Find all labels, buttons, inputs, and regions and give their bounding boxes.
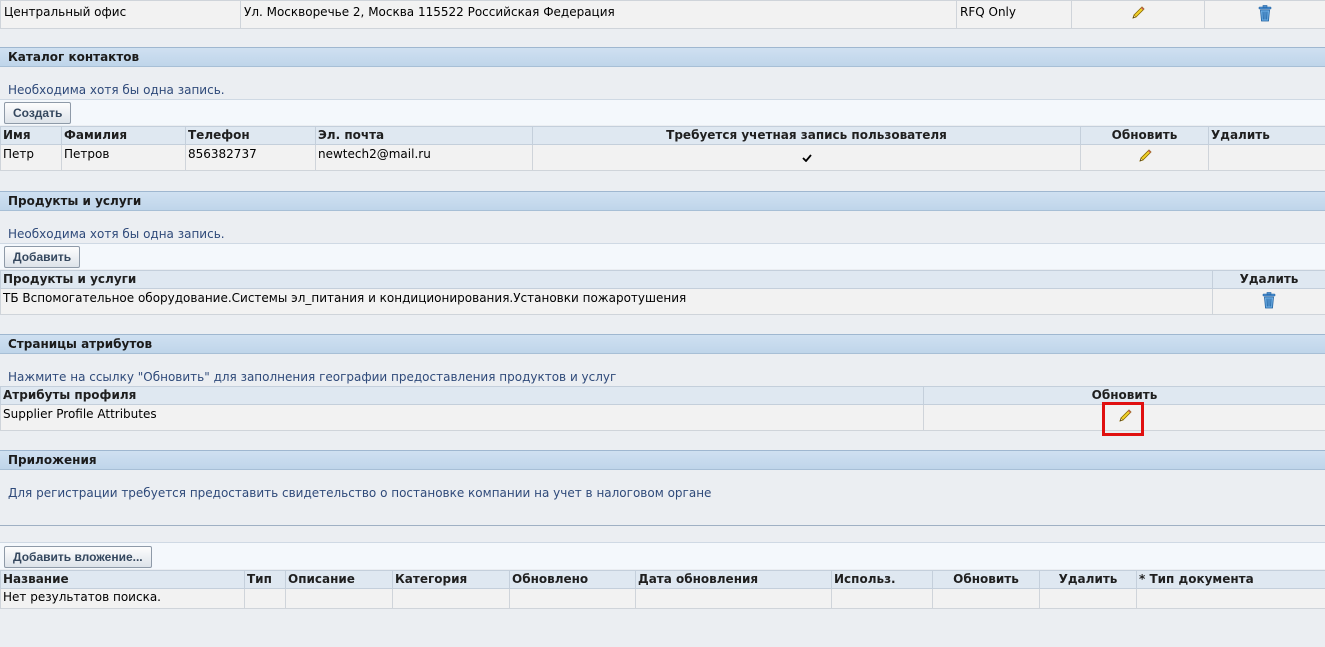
table-row: Петр Петров 856382737 newtech2@mail.ru bbox=[0, 144, 1325, 171]
column-header: Дата обновления bbox=[635, 570, 832, 589]
table-row: Центральный офис Ул. Москворечье 2, Моск… bbox=[0, 0, 1325, 29]
address-site: Центральный офис bbox=[0, 0, 241, 29]
contact-last-name: Петров bbox=[61, 144, 186, 171]
create-contact-button[interactable]: Создать bbox=[4, 102, 72, 124]
checkmark-icon bbox=[801, 154, 812, 162]
add-product-button[interactable]: Добавить bbox=[4, 246, 81, 268]
column-header: Имя bbox=[0, 126, 62, 145]
address-text: Ул. Москворечье 2, Москва 115522 Российс… bbox=[240, 0, 957, 29]
empty-results-text: Нет результатов поиска. bbox=[0, 588, 245, 609]
table-header-row: Продукты и услуги Удалить bbox=[0, 270, 1325, 289]
pencil-icon[interactable] bbox=[1130, 5, 1146, 21]
attachments-hint: Для регистрации требуется предоставить с… bbox=[8, 486, 712, 500]
contacts-hint: Необходима хотя бы одна запись. bbox=[8, 83, 225, 97]
column-header: Фамилия bbox=[61, 126, 186, 145]
column-header: Удалить bbox=[1208, 126, 1325, 145]
column-header: Использ. bbox=[831, 570, 933, 589]
contacts-button-bar: Создать bbox=[0, 99, 1325, 125]
column-header: Обновить bbox=[932, 570, 1040, 589]
attachments-button-bar: Добавить вложение... bbox=[0, 542, 1325, 569]
trash-icon[interactable] bbox=[1257, 5, 1273, 22]
column-header: Удалить bbox=[1039, 570, 1137, 589]
attachments-section-header: Приложения bbox=[0, 450, 1325, 470]
column-header: Эл. почта bbox=[315, 126, 533, 145]
column-header: * Тип документа bbox=[1136, 570, 1325, 589]
column-header: Требуется учетная запись пользователя bbox=[532, 126, 1081, 145]
attributes-section-header: Страницы атрибутов bbox=[0, 334, 1325, 354]
contact-email: newtech2@mail.ru bbox=[315, 144, 533, 171]
products-section-header: Продукты и услуги bbox=[0, 191, 1325, 211]
attributes-hint: Нажмите на ссылку "Обновить" для заполне… bbox=[8, 370, 617, 384]
column-header: Атрибуты профиля bbox=[0, 386, 924, 405]
product-name: ТБ Вспомогательное оборудование.Системы … bbox=[0, 288, 1213, 315]
pencil-icon[interactable] bbox=[1137, 148, 1153, 164]
table-header-row: Имя Фамилия Телефон Эл. почта Требуется … bbox=[0, 126, 1325, 145]
table-row: ТБ Вспомогательное оборудование.Системы … bbox=[0, 288, 1325, 315]
column-header: Категория bbox=[392, 570, 510, 589]
attribute-name: Supplier Profile Attributes bbox=[0, 404, 924, 431]
contact-first-name: Петр bbox=[0, 144, 62, 171]
table-header-row: Название Тип Описание Категория Обновлен… bbox=[0, 570, 1325, 589]
supplier-registration-page: Центральный офис Ул. Москворечье 2, Моск… bbox=[0, 0, 1325, 647]
address-purpose: RFQ Only bbox=[956, 0, 1072, 29]
column-header: Обновить bbox=[1080, 126, 1209, 145]
column-header: Удалить bbox=[1212, 270, 1325, 289]
column-header: Обновлено bbox=[509, 570, 636, 589]
products-table: Продукты и услуги Удалить ТБ Вспомогател… bbox=[0, 270, 1325, 315]
address-table: Центральный офис Ул. Москворечье 2, Моск… bbox=[0, 0, 1325, 29]
attachments-table: Название Тип Описание Категория Обновлен… bbox=[0, 570, 1325, 609]
products-hint: Необходима хотя бы одна запись. bbox=[8, 227, 225, 241]
highlight-box bbox=[1102, 402, 1144, 436]
column-header: Телефон bbox=[185, 126, 316, 145]
contact-phone: 856382737 bbox=[185, 144, 316, 171]
column-header: Описание bbox=[285, 570, 393, 589]
column-header: Продукты и услуги bbox=[0, 270, 1213, 289]
contacts-table: Имя Фамилия Телефон Эл. почта Требуется … bbox=[0, 126, 1325, 171]
table-row: Нет результатов поиска. bbox=[0, 588, 1325, 609]
trash-icon[interactable] bbox=[1261, 292, 1277, 309]
column-header: Тип bbox=[244, 570, 286, 589]
contacts-section-header: Каталог контактов bbox=[0, 47, 1325, 67]
products-button-bar: Добавить bbox=[0, 243, 1325, 269]
column-header: Название bbox=[0, 570, 245, 589]
divider bbox=[0, 525, 1325, 526]
add-attachment-button[interactable]: Добавить вложение... bbox=[4, 546, 152, 568]
